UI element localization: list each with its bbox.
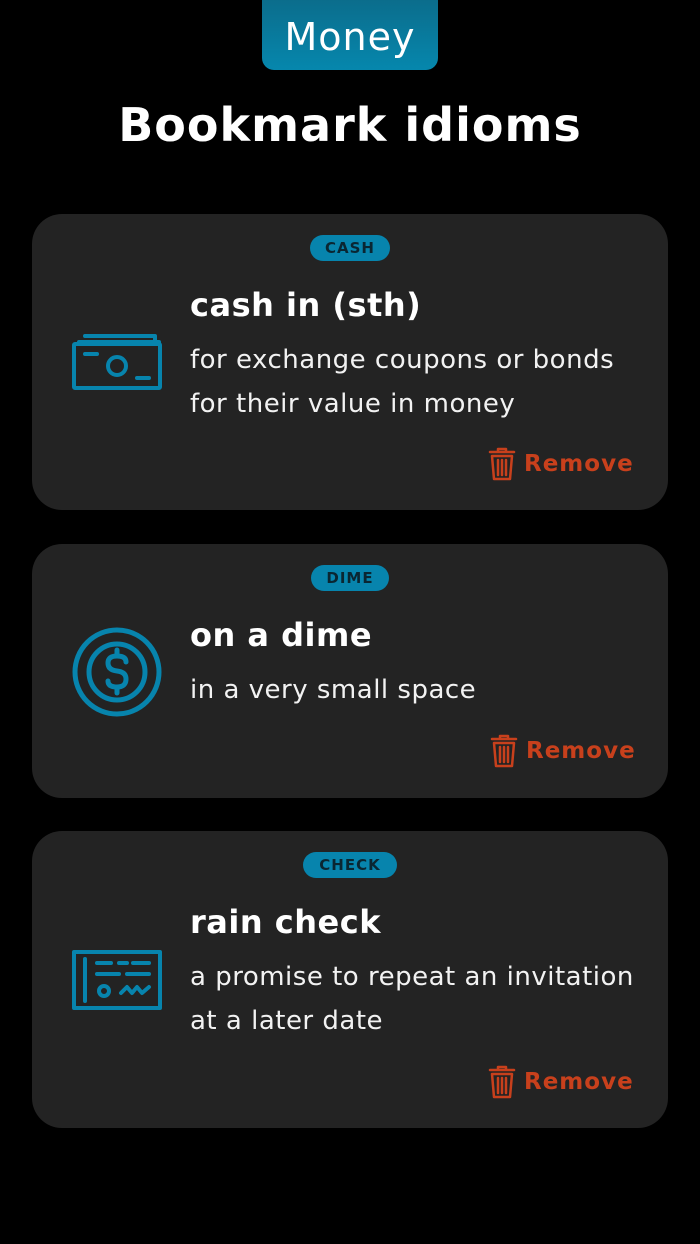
idiom-title: rain check — [190, 903, 381, 941]
trash-icon — [488, 447, 516, 481]
idiom-title: cash in (sth) — [190, 286, 422, 324]
idiom-card-check: CHECK rain check a promise to repeat an … — [32, 831, 668, 1128]
trash-icon — [488, 1065, 516, 1099]
idiom-definition: in a very small space — [190, 675, 477, 705]
remove-button[interactable]: Remove — [490, 734, 636, 768]
category-badge: CASH — [310, 235, 390, 261]
dollar-coin-icon — [71, 626, 163, 718]
idiom-title: on a dime — [190, 616, 373, 654]
remove-button[interactable]: Remove — [488, 447, 634, 481]
idiom-definition: for exchange coupons or bonds for their … — [190, 345, 615, 419]
remove-button[interactable]: Remove — [488, 1065, 634, 1099]
remove-label: Remove — [526, 738, 636, 764]
remove-label: Remove — [524, 451, 634, 477]
cash-bill-icon — [71, 330, 163, 394]
category-tab-money[interactable]: Money — [262, 0, 438, 70]
check-icon — [71, 949, 163, 1011]
category-badge: CHECK — [303, 852, 397, 878]
trash-icon — [490, 734, 518, 768]
page-title: Bookmark idioms — [118, 98, 582, 152]
idiom-definition: a promise to repeat an invitation at a l… — [190, 962, 634, 1036]
idiom-card-cash: CASH cash in (sth) for exchange coupons … — [32, 214, 668, 510]
category-badge: DIME — [311, 565, 389, 591]
remove-label: Remove — [524, 1069, 634, 1095]
idiom-card-dime: DIME on a dime in a very small space Rem… — [32, 544, 668, 798]
